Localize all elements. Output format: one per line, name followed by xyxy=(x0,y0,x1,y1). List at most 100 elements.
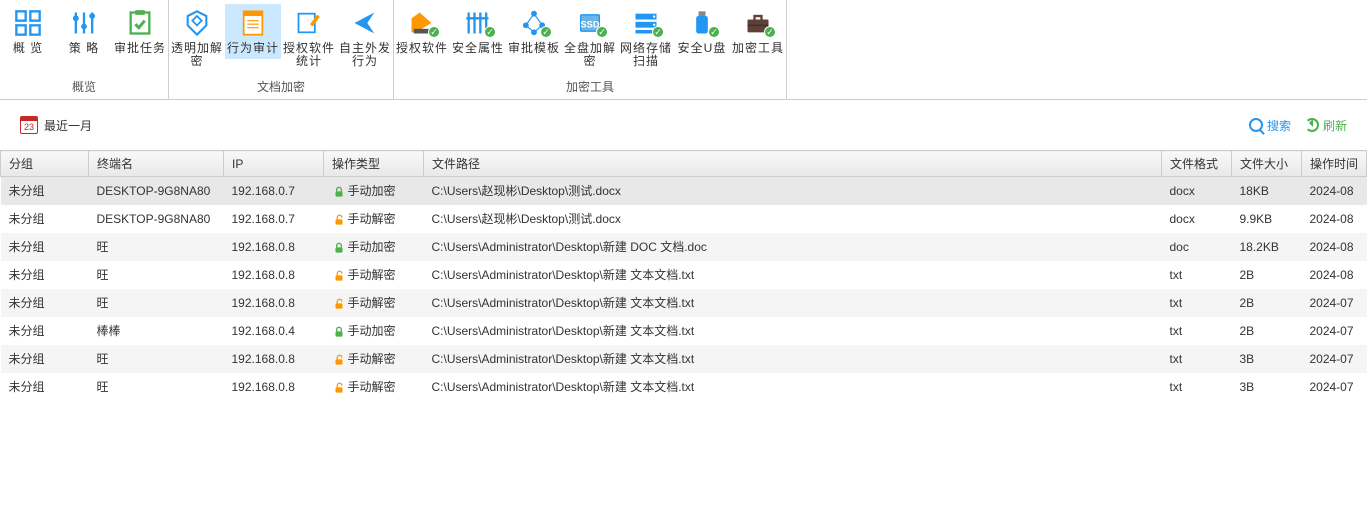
ribbon-usb-button[interactable]: ✓安全U盘 xyxy=(674,4,730,59)
table-row[interactable]: 未分组DESKTOP-9G8NA80192.168.0.7 手动加密C:\Use… xyxy=(1,177,1367,205)
ribbon-button-label: 审批模板 xyxy=(508,42,560,55)
cell-terminal: 棒棒 xyxy=(89,317,224,345)
ribbon-approval-button[interactable]: 审批任务 xyxy=(112,4,168,59)
table-row[interactable]: 未分组旺192.168.0.8 手动解密C:\Users\Administrat… xyxy=(1,345,1367,373)
ribbon-button-label: 自主外发行为 xyxy=(339,42,391,68)
ribbon-tools-button[interactable]: ✓加密工具 xyxy=(730,4,786,59)
calendar-icon: 23 xyxy=(20,116,38,134)
ribbon-group: 透明加解密行为审计授权软件统计自主外发行为文档加密 xyxy=(169,0,394,99)
col-ip[interactable]: IP xyxy=(224,151,324,177)
ribbon-button-label: 概 览 xyxy=(13,42,43,55)
cell-format: docx xyxy=(1161,205,1231,233)
cell-size: 9.9KB xyxy=(1231,205,1301,233)
ribbon-overview-button[interactable]: 概 览 xyxy=(0,4,56,59)
table-row[interactable]: 未分组旺192.168.0.8 手动加密C:\Users\Administrat… xyxy=(1,233,1367,261)
table-header-row: 分组 终端名 IP 操作类型 文件路径 文件格式 文件大小 操作时间 xyxy=(1,151,1367,177)
ribbon-button-label: 透明加解密 xyxy=(171,42,223,68)
cell-path: C:\Users\赵现彬\Desktop\测试.docx xyxy=(424,177,1162,205)
table-row[interactable]: 未分组旺192.168.0.8 手动解密C:\Users\Administrat… xyxy=(1,261,1367,289)
refresh-icon xyxy=(1305,118,1319,132)
table-row[interactable]: 未分组DESKTOP-9G8NA80192.168.0.7 手动解密C:\Use… xyxy=(1,205,1367,233)
ribbon-group-label: 概览 xyxy=(0,74,168,99)
cell-ip: 192.168.0.8 xyxy=(224,345,324,373)
ribbon-button-label: 授权软件 xyxy=(396,42,448,55)
col-format[interactable]: 文件格式 xyxy=(1161,151,1231,177)
cell-size: 2B xyxy=(1231,261,1301,289)
cell-op-type: 手动解密 xyxy=(324,373,424,401)
table-row[interactable]: 未分组旺192.168.0.8 手动解密C:\Users\Administrat… xyxy=(1,373,1367,401)
lock-closed-icon xyxy=(332,325,344,337)
cell-terminal: 旺 xyxy=(89,345,224,373)
shield-badge-icon: ✓ xyxy=(596,26,608,38)
cell-path: C:\Users\Administrator\Desktop\新建 文本文档.t… xyxy=(424,317,1162,345)
ribbon-sec-attr-button[interactable]: ✓安全属性 xyxy=(450,4,506,59)
table-row[interactable]: 未分组棒棒192.168.0.4 手动加密C:\Users\Administra… xyxy=(1,317,1367,345)
cell-op-time: 2024-07 xyxy=(1301,317,1366,345)
ribbon-outgoing-button[interactable]: 自主外发行为 xyxy=(337,4,393,72)
col-op-type[interactable]: 操作类型 xyxy=(324,151,424,177)
cell-group: 未分组 xyxy=(1,317,89,345)
lock-closed-icon xyxy=(332,185,344,197)
cell-size: 3B xyxy=(1231,373,1301,401)
cell-ip: 192.168.0.8 xyxy=(224,233,324,261)
audit-table: 分组 终端名 IP 操作类型 文件路径 文件格式 文件大小 操作时间 未分组DE… xyxy=(0,150,1367,401)
cell-op-time: 2024-08 xyxy=(1301,233,1366,261)
ribbon-button-label: 策 略 xyxy=(69,42,99,55)
approval-icon xyxy=(125,8,155,38)
cell-terminal: DESKTOP-9G8NA80 xyxy=(89,205,224,233)
cell-group: 未分组 xyxy=(1,345,89,373)
ribbon-audit-button[interactable]: 行为审计 xyxy=(225,4,281,59)
cell-op-type: 手动解密 xyxy=(324,289,424,317)
date-range-picker[interactable]: 23 最近一月 xyxy=(20,116,92,134)
shield-badge-icon: ✓ xyxy=(540,26,552,38)
cell-format: txt xyxy=(1161,289,1231,317)
cell-terminal: 旺 xyxy=(89,261,224,289)
cell-op-type: 手动解密 xyxy=(324,205,424,233)
cell-terminal: DESKTOP-9G8NA80 xyxy=(89,177,224,205)
ribbon-button-label: 审批任务 xyxy=(114,42,166,55)
cell-path: C:\Users\Administrator\Desktop\新建 文本文档.t… xyxy=(424,261,1162,289)
cell-terminal: 旺 xyxy=(89,373,224,401)
ribbon-policy-button[interactable]: 策 略 xyxy=(56,4,112,59)
ribbon-button-label: 网络存储扫描 xyxy=(620,42,672,68)
ribbon-transparent-button[interactable]: 透明加解密 xyxy=(169,4,225,72)
overview-icon xyxy=(13,8,43,38)
col-path[interactable]: 文件路径 xyxy=(424,151,1162,177)
refresh-button[interactable]: 刷新 xyxy=(1305,117,1347,134)
ribbon-full-disk-button[interactable]: SSD✓全盘加解密 xyxy=(562,4,618,72)
search-icon xyxy=(1249,118,1263,132)
cell-op-type: 手动加密 xyxy=(324,177,424,205)
col-group[interactable]: 分组 xyxy=(1,151,89,177)
audit-icon xyxy=(238,8,268,38)
lock-open-icon xyxy=(332,381,344,393)
cell-path: C:\Users\Administrator\Desktop\新建 文本文档.t… xyxy=(424,373,1162,401)
cell-terminal: 旺 xyxy=(89,233,224,261)
cell-op-type: 手动解密 xyxy=(324,261,424,289)
op-type-label: 手动加密 xyxy=(348,182,396,199)
search-button[interactable]: 搜索 xyxy=(1249,117,1291,134)
ribbon-button-label: 授权软件统计 xyxy=(283,42,335,68)
cell-group: 未分组 xyxy=(1,177,89,205)
op-type-label: 手动解密 xyxy=(348,294,396,311)
ribbon-auth-software-button[interactable]: ✓授权软件 xyxy=(394,4,450,59)
cell-group: 未分组 xyxy=(1,261,89,289)
cell-op-type: 手动解密 xyxy=(324,345,424,373)
col-terminal[interactable]: 终端名 xyxy=(89,151,224,177)
ribbon: 概 览策 略审批任务概览透明加解密行为审计授权软件统计自主外发行为文档加密✓授权… xyxy=(0,0,1367,100)
col-op-time[interactable]: 操作时间 xyxy=(1301,151,1366,177)
date-range-label: 最近一月 xyxy=(44,117,92,134)
ribbon-group: ✓授权软件✓安全属性✓审批模板SSD✓全盘加解密✓网络存储扫描✓安全U盘✓加密工… xyxy=(394,0,787,99)
ribbon-net-storage-button[interactable]: ✓网络存储扫描 xyxy=(618,4,674,72)
cell-op-time: 2024-08 xyxy=(1301,177,1366,205)
ribbon-button-label: 行为审计 xyxy=(227,42,279,55)
ribbon-template-button[interactable]: ✓ 审批模板 xyxy=(506,4,562,59)
op-type-label: 手动解密 xyxy=(348,210,396,227)
cell-group: 未分组 xyxy=(1,205,89,233)
table-row[interactable]: 未分组旺192.168.0.8 手动解密C:\Users\Administrat… xyxy=(1,289,1367,317)
ribbon-button-label: 加密工具 xyxy=(732,42,784,55)
cell-group: 未分组 xyxy=(1,233,89,261)
cell-format: txt xyxy=(1161,373,1231,401)
op-type-label: 手动加密 xyxy=(348,238,396,255)
col-size[interactable]: 文件大小 xyxy=(1231,151,1301,177)
ribbon-software-stats-button[interactable]: 授权软件统计 xyxy=(281,4,337,72)
